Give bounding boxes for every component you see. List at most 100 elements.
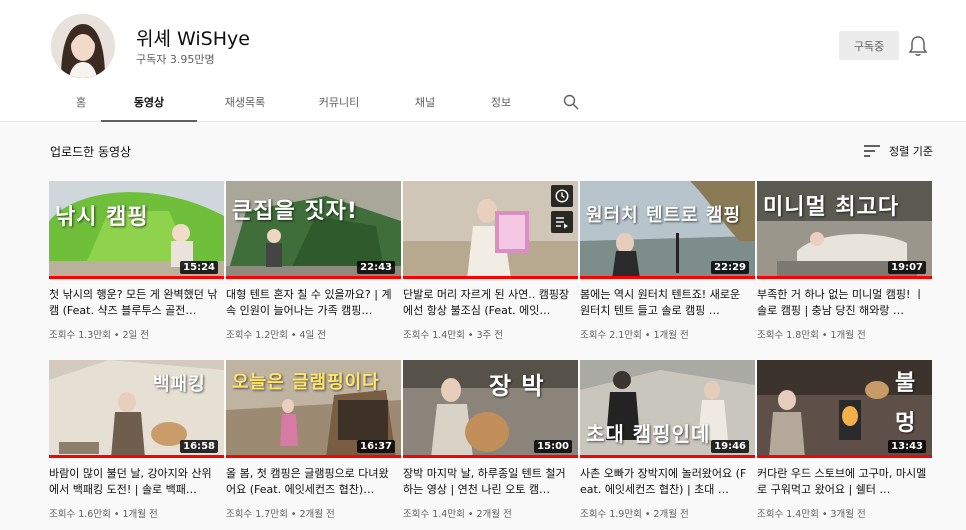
thumbnail-text: 미니멀 최고다 <box>763 195 900 220</box>
watch-progress <box>226 455 401 458</box>
watch-progress <box>49 276 224 279</box>
watch-progress <box>580 276 755 279</box>
watch-later-icon[interactable] <box>551 185 573 207</box>
video-thumbnail[interactable]: 장 박 15:00 <box>403 360 578 458</box>
video-duration: 15:24 <box>180 261 218 274</box>
video-thumbnail[interactable] <box>403 181 578 279</box>
watch-progress <box>757 276 932 279</box>
video-duration: 16:58 <box>180 440 218 453</box>
video-card[interactable]: 원터치 텐트로 캠핑 22:29 봄에는 역시 원터치 텐트죠! 새로운 원터치… <box>580 181 755 346</box>
video-card[interactable]: 단발로 머리 자르게 된 사연.. 캠핑장에선 항상 불조심 (Feat. 에잇… <box>403 181 578 346</box>
video-duration: 22:29 <box>711 261 749 274</box>
sort-button[interactable]: 정렬 기준 <box>864 143 933 159</box>
thumbnail-text: 불멍 <box>895 371 917 436</box>
tab-about[interactable]: 정보 <box>465 86 537 122</box>
video-views: 조회수 1.4만회 <box>757 509 819 520</box>
video-thumbnail[interactable]: 백패킹 16:58 <box>49 360 224 458</box>
video-title[interactable]: 바람이 많이 불던 날, 강아지와 산위에서 백패킹 도전! | 솔로 백패… <box>49 466 221 498</box>
video-thumbnail[interactable]: 큰집을 짓자! 22:43 <box>226 181 401 279</box>
tab-community[interactable]: 커뮤니티 <box>293 86 385 122</box>
video-meta: 조회수 1.8만회 • 1개월 전 <box>757 330 866 341</box>
sort-icon <box>864 145 880 157</box>
channel-name: 위셰 WiSHye <box>136 28 250 50</box>
video-age: 2개월 전 <box>299 509 335 520</box>
video-meta: 조회수 1.3만회 • 2일 전 <box>49 330 150 341</box>
video-card[interactable]: 불멍 13:43 커다란 우드 스토브에 고구마, 마시멜로 구워먹고 왔어요 … <box>757 360 932 525</box>
video-views: 조회수 1.4만회 <box>403 330 465 341</box>
video-meta: 조회수 1.6만회 • 1개월 전 <box>49 509 158 520</box>
video-card[interactable]: 장 박 15:00 장박 마지막 날, 하루종일 텐트 철거하는 영상 | 연천… <box>403 360 578 525</box>
video-meta: 조회수 1.4만회 • 2개월 전 <box>403 509 512 520</box>
video-card[interactable]: 초대 캠핑인데 19:46 사촌 오빠가 장박지에 놀러왔어요 (Feat. 에… <box>580 360 755 525</box>
video-title[interactable]: 부족한 거 하나 없는 미니멀 캠핑! ㅣ솔로 캠핑 | 충남 당진 해와랑 … <box>757 287 929 319</box>
thumbnail-text: 원터치 텐트로 캠핑 <box>586 205 742 226</box>
video-age: 1개월 전 <box>122 509 158 520</box>
video-age: 4일 전 <box>299 330 327 341</box>
tab-playlists[interactable]: 재생목록 <box>197 86 293 122</box>
channel-header: 위셰 WiSHye 구독자 3.95만명 구독중 홈 동영상 재생목록 커뮤니티… <box>0 0 966 122</box>
video-card[interactable]: 낚시 캠핑 15:24 첫 낚시의 행운? 모든 게 완벽했던 낚캠 (Feat… <box>49 181 224 346</box>
watch-progress <box>757 455 932 458</box>
watch-progress <box>580 455 755 458</box>
video-thumbnail[interactable]: 원터치 텐트로 캠핑 22:29 <box>580 181 755 279</box>
subscriber-count: 구독자 3.95만명 <box>136 53 215 66</box>
video-meta: 조회수 1.2만회 • 4일 전 <box>226 330 327 341</box>
video-title[interactable]: 커다란 우드 스토브에 고구마, 마시멜로 구워먹고 왔어요 | 쉘터 … <box>757 466 929 498</box>
video-duration: 19:46 <box>711 440 749 453</box>
video-thumbnail[interactable]: 오늘은 글램핑이다 16:37 <box>226 360 401 458</box>
hover-actions <box>551 185 573 233</box>
video-meta: 조회수 2.1만회 • 1개월 전 <box>580 330 689 341</box>
channel-search-icon[interactable] <box>563 94 579 110</box>
video-age: 1개월 전 <box>653 330 689 341</box>
thumbnail-text: 초대 캠핑인데 <box>586 422 711 446</box>
video-title[interactable]: 첫 낚시의 행운? 모든 게 완벽했던 낚캠 (Feat. 샥즈 블루투스 골전… <box>49 287 221 319</box>
video-age: 2개월 전 <box>476 509 512 520</box>
video-thumbnail[interactable]: 낚시 캠핑 15:24 <box>49 181 224 279</box>
video-title[interactable]: 사촌 오빠가 장박지에 놀러왔어요 (Feat. 에잇세컨즈 협찬) | 초대 … <box>580 466 752 498</box>
tab-videos[interactable]: 동영상 <box>101 86 197 122</box>
video-title[interactable]: 대형 텐트 혼자 칠 수 있을까요? | 계속 인원이 늘어나는 가족 캠핑… <box>226 287 398 319</box>
channel-tabs: 홈 동영상 재생목록 커뮤니티 채널 정보 <box>61 86 537 122</box>
video-card[interactable]: 오늘은 글램핑이다 16:37 올 봄, 첫 캠핑은 글램핑으로 다녀왔어요 (… <box>226 360 401 525</box>
watch-progress <box>403 276 578 279</box>
notification-bell-icon[interactable] <box>908 35 928 57</box>
video-title[interactable]: 봄에는 역시 원터치 텐트죠! 새로운 원터치 텐트 들고 솔로 캠핑 … <box>580 287 752 319</box>
video-card[interactable]: 미니멀 최고다 19:07 부족한 거 하나 없는 미니멀 캠핑! ㅣ솔로 캠핑… <box>757 181 932 346</box>
video-meta: 조회수 1.7만회 • 2개월 전 <box>226 509 335 520</box>
subscribed-button[interactable]: 구독중 <box>839 31 899 60</box>
add-to-queue-icon[interactable] <box>551 211 573 233</box>
video-views: 조회수 2.1만회 <box>580 330 642 341</box>
watch-progress <box>403 455 578 458</box>
video-age: 1개월 전 <box>830 330 866 341</box>
video-age: 3개월 전 <box>830 509 866 520</box>
video-thumbnail[interactable]: 불멍 13:43 <box>757 360 932 458</box>
tab-channels[interactable]: 채널 <box>385 86 465 122</box>
video-views: 조회수 1.3만회 <box>49 330 111 341</box>
video-card[interactable]: 큰집을 짓자! 22:43 대형 텐트 혼자 칠 수 있을까요? | 계속 인원… <box>226 181 401 346</box>
video-age: 2개월 전 <box>653 509 689 520</box>
thumbnail-text: 오늘은 글램핑이다 <box>232 372 380 393</box>
video-age: 3주 전 <box>476 330 504 341</box>
video-thumbnail[interactable]: 초대 캠핑인데 19:46 <box>580 360 755 458</box>
video-duration: 13:43 <box>888 440 926 453</box>
video-title[interactable]: 올 봄, 첫 캠핑은 글램핑으로 다녀왔어요 (Feat. 에잇세컨즈 협찬)… <box>226 466 398 498</box>
thumbnail-text: 백패킹 <box>153 374 206 395</box>
watch-progress <box>226 276 401 279</box>
video-views: 조회수 1.8만회 <box>757 330 819 341</box>
video-views: 조회수 1.9만회 <box>580 509 642 520</box>
video-thumbnail[interactable]: 미니멀 최고다 19:07 <box>757 181 932 279</box>
video-title[interactable]: 장박 마지막 날, 하루종일 텐트 철거하는 영상 | 연천 나린 오토 캠… <box>403 466 575 498</box>
video-duration: 19:07 <box>888 261 926 274</box>
video-meta: 조회수 1.4만회 • 3개월 전 <box>757 509 866 520</box>
video-card[interactable]: 백패킹 16:58 바람이 많이 불던 날, 강아지와 산위에서 백패킹 도전!… <box>49 360 224 525</box>
channel-avatar[interactable] <box>51 14 115 78</box>
thumbnail-text: 큰집을 짓자! <box>232 199 358 224</box>
video-duration: 15:00 <box>534 440 572 453</box>
tab-home[interactable]: 홈 <box>61 86 101 122</box>
video-meta: 조회수 1.4만회 • 3주 전 <box>403 330 504 341</box>
video-views: 조회수 1.4만회 <box>403 509 465 520</box>
thumbnail-text: 장 박 <box>489 372 545 400</box>
video-views: 조회수 1.6만회 <box>49 509 111 520</box>
thumbnail-text: 낚시 캠핑 <box>55 205 149 230</box>
video-title[interactable]: 단발로 머리 자르게 된 사연.. 캠핑장에선 항상 불조심 (Feat. 에잇… <box>403 287 575 319</box>
